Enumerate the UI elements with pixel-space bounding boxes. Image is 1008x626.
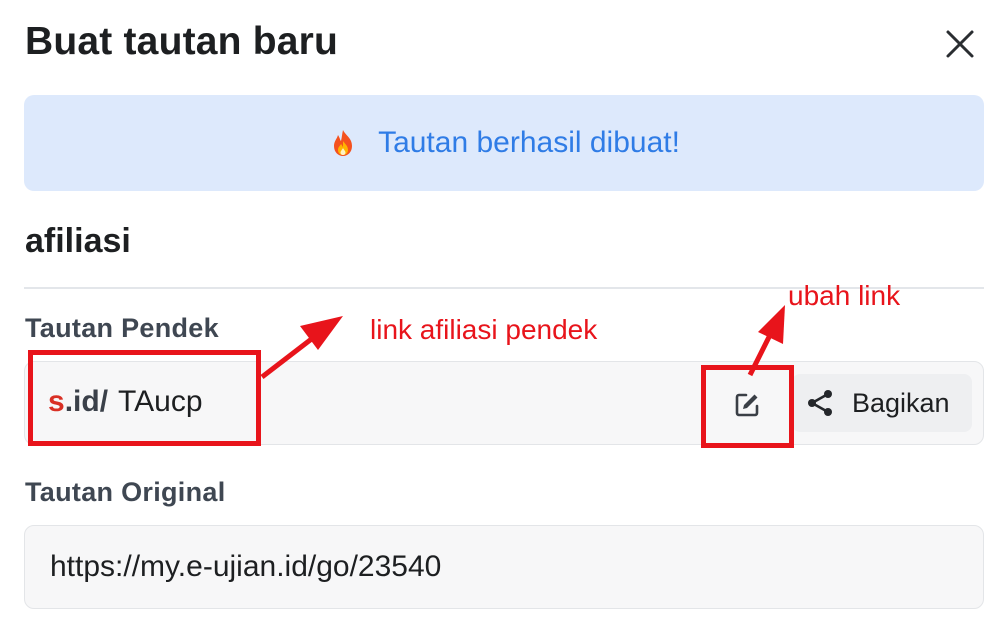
annotation-arrowhead-short-link (300, 316, 343, 350)
original-link-label: Tautan Original (25, 477, 226, 507)
annotation-edit-note: ubah link (788, 280, 901, 311)
annotation-arrowhead-edit (758, 305, 785, 344)
alert-text: Tautan berhasil dibuat! (378, 126, 680, 159)
close-icon (946, 30, 974, 58)
close-button[interactable] (938, 22, 982, 66)
dialog-title: Buat tautan baru (25, 20, 339, 63)
share-icon (805, 388, 835, 418)
annotation-box-short-link (28, 350, 261, 446)
short-link-label: Tautan Pendek (25, 313, 219, 343)
annotation-box-edit (701, 365, 794, 448)
annotation-short-link-note: link afiliasi pendek (370, 314, 598, 345)
success-alert: Tautan berhasil dibuat! (24, 95, 984, 191)
share-label: Bagikan (852, 387, 950, 418)
fire-icon (328, 128, 358, 158)
link-name: afiliasi (25, 222, 131, 260)
share-button[interactable]: Bagikan (792, 374, 972, 432)
original-link-value[interactable]: https://my.e-ujian.id/go/23540 (50, 550, 441, 584)
